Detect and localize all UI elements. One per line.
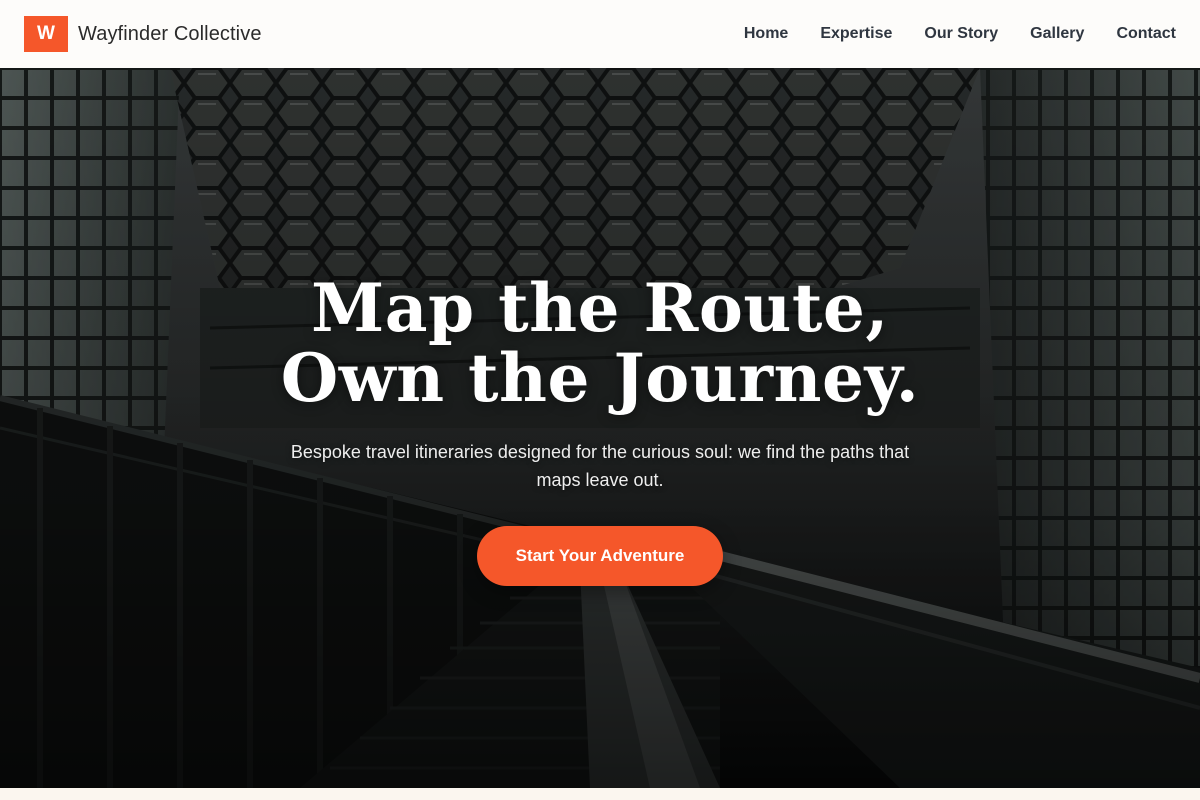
brand-link[interactable]: W Wayfinder Collective <box>24 16 262 52</box>
hero-subtitle: Bespoke travel itineraries designed for … <box>290 442 910 490</box>
hero-content: Map the Route, Own the Journey. Bespoke … <box>0 68 1200 788</box>
top-navbar: W Wayfinder Collective Home Expertise Ou… <box>0 0 1200 68</box>
hero-title: Map the Route, Own the Journey. <box>0 273 1200 413</box>
hero-title-line-2: Own the Journey. <box>280 339 920 417</box>
nav-link-gallery[interactable]: Gallery <box>1030 25 1084 43</box>
nav-link-contact[interactable]: Contact <box>1116 25 1176 43</box>
nav-link-expertise[interactable]: Expertise <box>820 25 892 43</box>
hero-title-line-1: Map the Route, <box>311 269 889 347</box>
nav-link-home[interactable]: Home <box>744 25 788 43</box>
logo-mark: W <box>24 16 68 52</box>
next-section-edge <box>0 788 1200 800</box>
start-adventure-button[interactable]: Start Your Adventure <box>477 526 723 586</box>
brand-name: Wayfinder Collective <box>78 22 262 45</box>
nav-link-our-story[interactable]: Our Story <box>924 25 998 43</box>
main-nav: Home Expertise Our Story Gallery Contact <box>712 25 1176 43</box>
hero-section: Map the Route, Own the Journey. Bespoke … <box>0 68 1200 788</box>
